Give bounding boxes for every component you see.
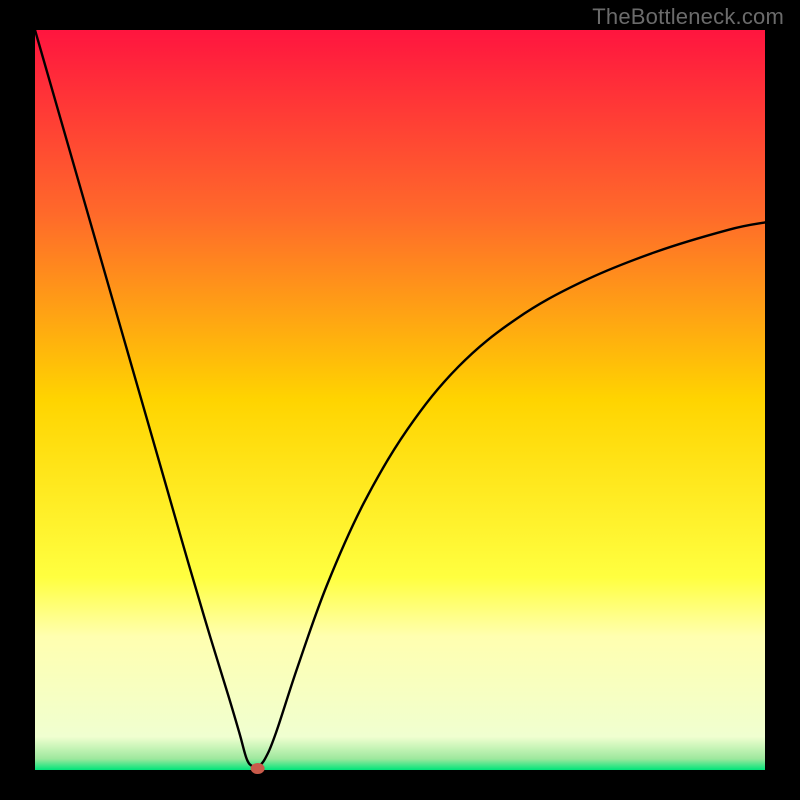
plot-background <box>35 30 765 770</box>
watermark-text: TheBottleneck.com <box>592 4 784 30</box>
chart-svg <box>0 0 800 800</box>
chart-frame: TheBottleneck.com <box>0 0 800 800</box>
optimum-marker <box>251 763 265 774</box>
